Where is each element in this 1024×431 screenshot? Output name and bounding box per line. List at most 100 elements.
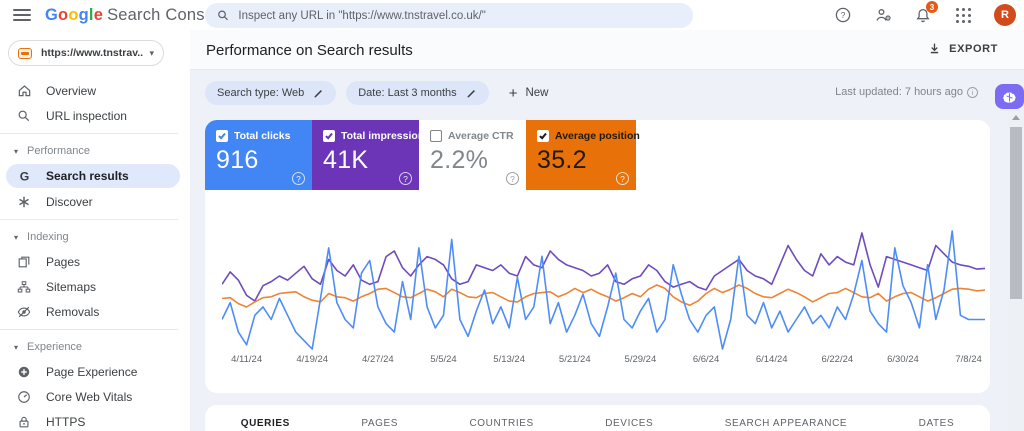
new-filter-button[interactable]: + New	[509, 86, 549, 101]
sidebar-item-removals[interactable]: Removals	[0, 299, 190, 324]
export-label: EXPORT	[949, 42, 998, 55]
tab-countries[interactable]: COUNTRIES	[469, 418, 533, 431]
tab-queries[interactable]: QUERIES	[241, 418, 290, 431]
hamburger-menu-icon[interactable]	[13, 9, 31, 21]
help-icon[interactable]: ?	[834, 6, 852, 24]
app-bar: GoogleSearch Console ? 3 R	[0, 0, 1024, 30]
google-apps-grid-icon[interactable]	[954, 6, 972, 24]
sidebar-item-label: Core Web Vitals	[46, 389, 133, 404]
tab-dates[interactable]: DATES	[919, 418, 955, 431]
section-indexing[interactable]: ▾ Indexing	[0, 225, 190, 249]
eye-off-icon	[16, 304, 32, 320]
sidebar-item-search-results[interactable]: G Search results	[6, 164, 180, 188]
url-inspection-searchbar[interactable]	[205, 3, 693, 28]
filter-chip-date[interactable]: Date: Last 3 months	[346, 81, 489, 105]
lock-icon	[16, 414, 32, 430]
x-axis-label: 6/22/24	[821, 354, 854, 365]
sidebar-item-sitemaps[interactable]: Sitemaps	[0, 274, 190, 299]
page-experience-icon	[16, 364, 32, 380]
sidebar-item-overview[interactable]: Overview	[0, 78, 190, 103]
x-axis-label: 5/29/24	[624, 354, 657, 365]
google-g-icon: G	[16, 168, 32, 184]
download-icon	[931, 43, 939, 54]
metric-card-average-position[interactable]: Average position 35.2 ?	[526, 120, 640, 190]
ai-extension-button[interactable]	[995, 84, 1024, 109]
metric-value: 916	[216, 146, 259, 174]
sidebar-item-label: Overview	[46, 83, 97, 98]
new-filter-label: New	[525, 87, 549, 99]
filter-chip-label: Search type: Web	[217, 87, 305, 99]
info-icon[interactable]: i	[967, 86, 978, 98]
checkbox-unchecked[interactable]	[430, 130, 442, 142]
checkbox-checked[interactable]	[216, 130, 228, 142]
sidebar-item-label: Sitemaps	[46, 279, 97, 294]
notification-badge: 3	[926, 1, 938, 13]
sidebar-item-pages[interactable]: Pages	[0, 249, 190, 274]
checkbox-checked[interactable]	[537, 130, 549, 142]
search-input[interactable]	[238, 9, 681, 22]
scrollbar-up-arrow[interactable]	[1012, 115, 1020, 120]
tab-search-appearance[interactable]: SEARCH APPEARANCE	[725, 418, 847, 431]
metric-card-average-ctr[interactable]: Average CTR 2.2% ?	[419, 120, 526, 190]
sidebar-item-core-web-vitals[interactable]: Core Web Vitals	[0, 384, 190, 409]
account-avatar[interactable]: R	[994, 4, 1016, 26]
x-axis-label: 4/19/24	[296, 354, 329, 365]
sidebar-item-https[interactable]: HTTPS	[0, 409, 190, 431]
sitemaps-icon	[16, 279, 32, 295]
divider	[0, 219, 178, 220]
last-updated: Last updated: 7 hours ago i	[835, 86, 978, 98]
sidebar-item-label: Page Experience	[46, 364, 138, 379]
notifications-bell-icon[interactable]: 3	[914, 1, 938, 24]
speedometer-icon	[16, 389, 32, 405]
metric-cards: Total clicks 916 ? Total impressions 41K…	[205, 120, 640, 190]
logo-letter: G	[45, 5, 59, 24]
sidebar-item-label: Removals	[46, 304, 100, 319]
x-axis-label: 7/8/24	[955, 354, 982, 365]
sidebar-item-discover[interactable]: Discover	[0, 189, 190, 214]
tab-pages[interactable]: PAGES	[361, 418, 398, 431]
scrollbar-thumb[interactable]	[1010, 127, 1022, 299]
app-logo[interactable]: Google Search Console	[45, 6, 227, 25]
section-label: Performance	[27, 145, 90, 157]
metric-card-total-impressions[interactable]: Total impressions 41K ?	[312, 120, 430, 190]
section-label: Indexing	[27, 231, 69, 243]
help-icon[interactable]: ?	[616, 172, 629, 185]
main-content: Search type: Web Date: Last 3 months + N…	[190, 70, 1024, 431]
sidebar-item-page-experience[interactable]: Page Experience	[0, 359, 190, 384]
metric-label: Average CTR	[448, 130, 514, 142]
vertical-scrollbar[interactable]	[1008, 110, 1024, 431]
user-settings-icon[interactable]	[874, 6, 892, 24]
chart-x-axis: 4/11/24 4/19/24 4/27/24 5/5/24 5/13/24 5/21/2…	[222, 354, 985, 368]
svg-text:G: G	[19, 169, 28, 183]
x-axis-label: 5/5/24	[430, 354, 457, 365]
property-selector[interactable]: https://www.tnstrav... ▾	[8, 40, 164, 66]
x-axis-label: 6/14/24	[755, 354, 788, 365]
home-icon	[16, 83, 32, 99]
export-button[interactable]: EXPORT	[928, 42, 998, 55]
brain-icon	[1003, 92, 1016, 103]
performance-line-chart[interactable]	[222, 225, 985, 365]
checkbox-checked[interactable]	[323, 130, 335, 142]
metric-value: 41K	[323, 146, 369, 174]
logo-letter: e	[93, 5, 104, 24]
section-performance[interactable]: ▾ Performance	[0, 139, 190, 163]
divider	[0, 133, 178, 134]
help-icon[interactable]: ?	[399, 172, 412, 185]
sidebar-item-label: Search results	[46, 169, 129, 183]
metric-card-total-clicks[interactable]: Total clicks 916 ?	[205, 120, 312, 190]
appbar-actions: ? 3 R	[834, 0, 1016, 30]
page-header: Performance on Search results EXPORT	[190, 30, 1024, 70]
sidebar-item-label: URL inspection	[46, 108, 127, 123]
last-updated-text: Last updated: 7 hours ago	[835, 86, 963, 98]
help-icon[interactable]: ?	[292, 172, 305, 185]
tab-devices[interactable]: DEVICES	[605, 418, 653, 431]
filter-chip-search-type[interactable]: Search type: Web	[205, 81, 337, 105]
sidebar-item-url-inspection[interactable]: URL inspection	[0, 103, 190, 128]
help-icon[interactable]: ?	[506, 172, 519, 185]
sidebar-item-label: Discover	[46, 194, 93, 209]
section-experience[interactable]: ▾ Experience	[0, 335, 190, 359]
metric-label: Average position	[555, 130, 640, 142]
collapse-triangle-icon: ▾	[14, 146, 19, 156]
x-axis-label: 6/6/24	[692, 354, 720, 365]
filter-bar: Search type: Web Date: Last 3 months + N…	[205, 81, 548, 105]
